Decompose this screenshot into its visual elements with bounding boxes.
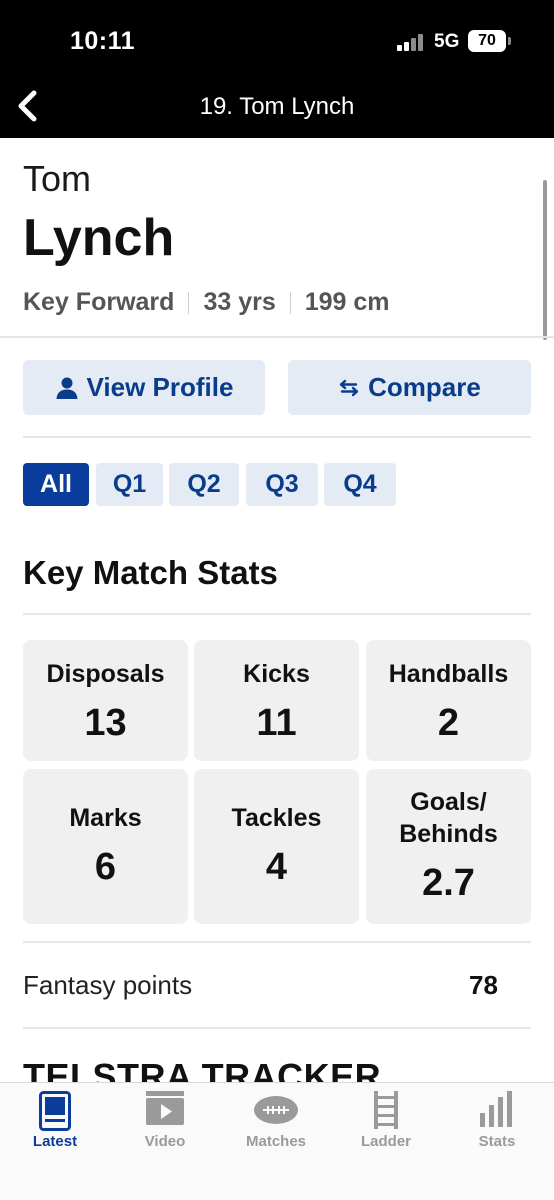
swap-arrows-icon [339, 379, 359, 396]
tab-label: Latest [32, 1133, 78, 1150]
stat-card-disposals: Disposals 13 [23, 640, 188, 761]
page-title: 19. Tom Lynch [199, 93, 355, 120]
fantasy-points-label: Fantasy points [23, 970, 193, 1000]
tab-matches[interactable]: Matches [221, 1083, 331, 1163]
telstra-tracker-title: TELSTRA TRACKER [23, 1056, 382, 1082]
divider [23, 613, 531, 615]
football-icon [254, 1096, 298, 1124]
stat-card-tackles: Tackles 4 [194, 769, 359, 924]
tab-q3[interactable]: Q3 [246, 463, 318, 506]
stat-value: 4 [265, 846, 288, 888]
tab-video[interactable]: Video [110, 1083, 220, 1163]
view-profile-button[interactable]: View Profile [23, 360, 265, 415]
tab-label: Stats [478, 1133, 516, 1150]
tab-label: Ladder [360, 1133, 411, 1150]
divider [23, 436, 531, 438]
stat-label: Tackles [231, 804, 322, 832]
tab-q4[interactable]: Q4 [324, 463, 396, 506]
divider [23, 941, 531, 943]
stat-value: 2.7 [422, 862, 475, 904]
stat-card-handballs: Handballs 2 [366, 640, 531, 761]
meta-divider [289, 291, 291, 314]
stat-value: 2 [437, 702, 460, 744]
tab-label: Matches [245, 1133, 307, 1150]
stat-label-line2: Behinds [399, 820, 498, 848]
tab-q2[interactable]: Q2 [169, 463, 239, 506]
player-height: 199 cm [304, 288, 390, 316]
tab-latest[interactable]: Latest [0, 1083, 110, 1163]
key-match-stats-title: Key Match Stats [23, 554, 278, 591]
meta-divider [188, 291, 190, 314]
stat-label-line1: Goals/ [410, 788, 487, 816]
ladder-icon [374, 1091, 398, 1129]
compare-button[interactable]: Compare [288, 360, 531, 415]
fantasy-points-value: 78 [469, 970, 498, 1000]
stat-label: Kicks [243, 660, 310, 688]
stat-label: Handballs [388, 660, 509, 688]
stat-card-marks: Marks 6 [23, 769, 188, 924]
player-age: 33 yrs [203, 288, 276, 316]
divider [23, 1027, 531, 1029]
stat-value: 6 [94, 846, 117, 888]
battery-icon: 70 [468, 30, 511, 52]
player-first-name: Tom [23, 158, 92, 199]
signal-icon [397, 33, 427, 51]
stat-card-goals-behinds: Goals/ Behinds 2.7 [366, 769, 531, 924]
stat-card-kicks: Kicks 11 [194, 640, 359, 761]
player-position: Key Forward [23, 288, 175, 316]
stat-label: Disposals [46, 660, 165, 688]
tab-all[interactable]: All [23, 463, 89, 506]
tab-label: Video [144, 1133, 186, 1150]
player-stats-content[interactable]: Tom Lynch Key Forward 33 yrs 199 cm View… [0, 138, 554, 1082]
person-icon [56, 377, 78, 399]
compare-label: Compare [368, 372, 481, 402]
stat-value: 13 [84, 702, 127, 744]
network-type: 5G [434, 31, 460, 52]
tab-stats[interactable]: Stats [442, 1083, 552, 1163]
bottom-tab-bar: Latest Video Matches Ladder Stats [0, 1082, 554, 1200]
video-icon [146, 1091, 184, 1125]
news-icon [39, 1091, 71, 1131]
divider [0, 336, 554, 338]
bar-chart-icon [480, 1091, 512, 1127]
view-profile-label: View Profile [86, 372, 234, 402]
stat-label: Marks [69, 804, 142, 832]
stat-value: 11 [256, 702, 297, 744]
player-meta: Key Forward 33 yrs 199 cm [23, 288, 390, 317]
tab-ladder[interactable]: Ladder [331, 1083, 441, 1163]
status-bar: 10:11 5G 70 [0, 0, 554, 76]
scrollbar[interactable] [543, 180, 547, 340]
nav-header: 19. Tom Lynch [0, 76, 554, 138]
status-time: 10:11 [70, 27, 136, 55]
player-last-name: Lynch [23, 209, 175, 267]
tab-q1[interactable]: Q1 [96, 463, 163, 506]
